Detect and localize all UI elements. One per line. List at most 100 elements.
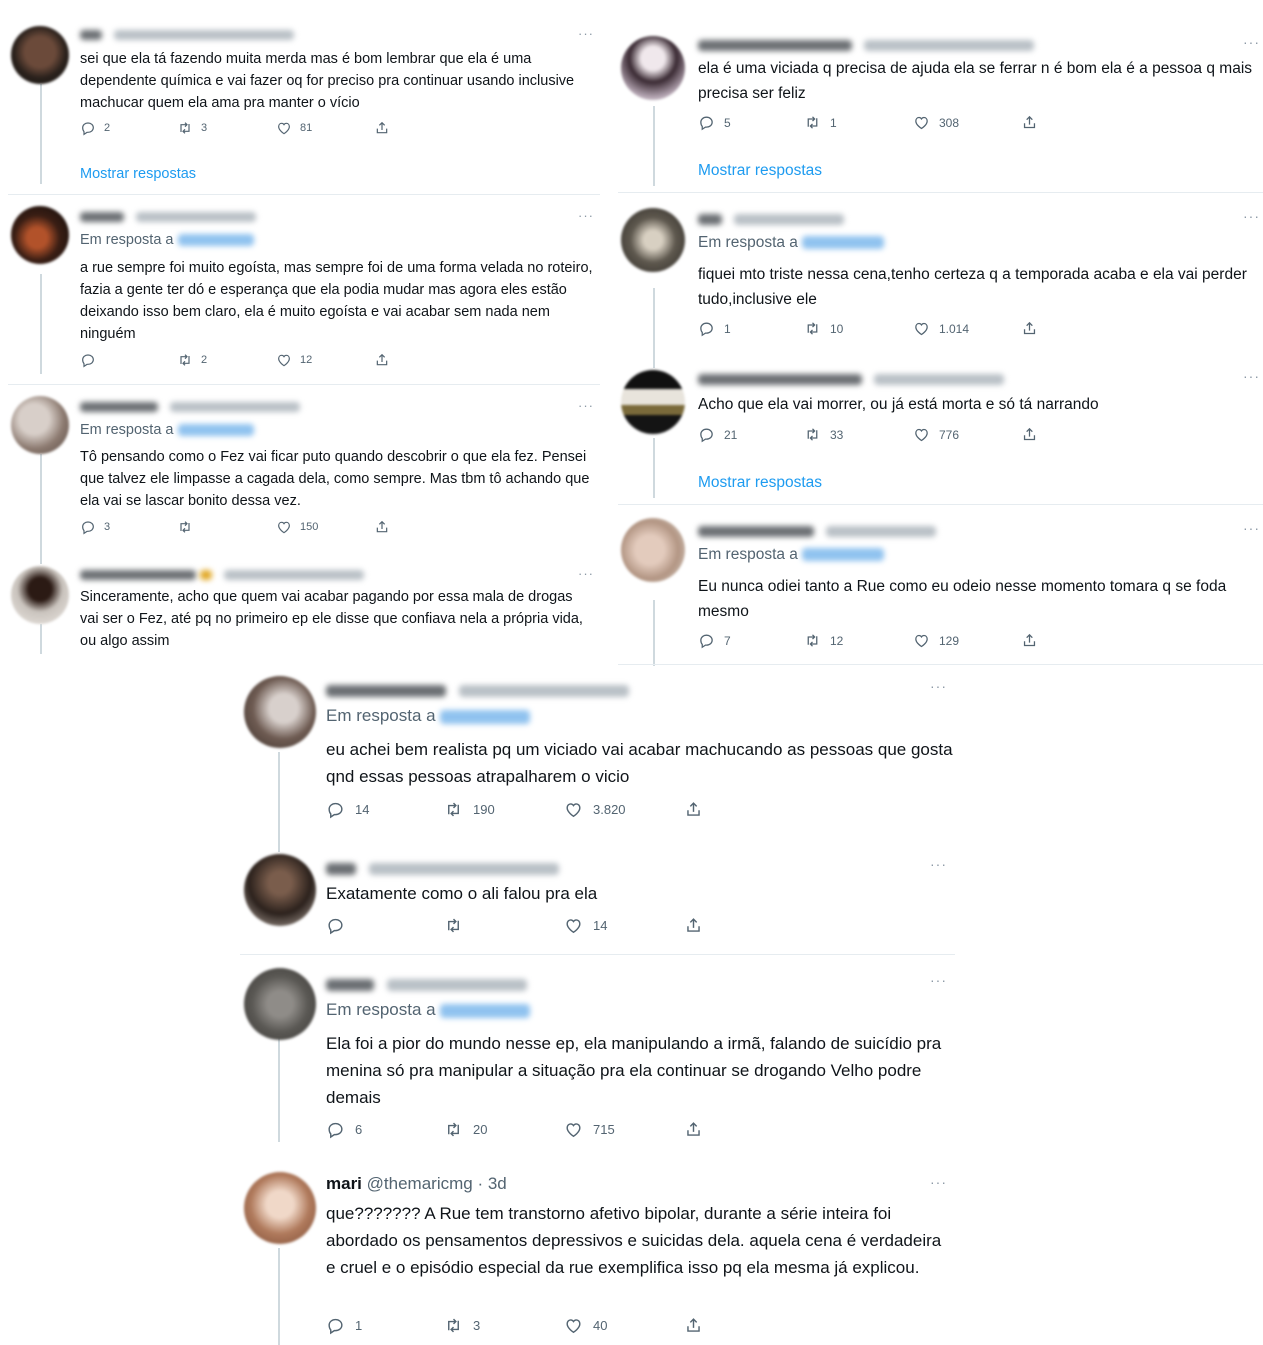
retweet-button[interactable]: 3 [444, 1316, 480, 1335]
user-handle[interactable]: @themaricmg [367, 1174, 473, 1193]
reply-button[interactable]: 7 [698, 632, 731, 649]
share-button[interactable] [374, 352, 398, 368]
reply-button[interactable]: 2 [80, 120, 110, 136]
left-screenshot-panel: ··· sei que ela tá fazendo muita merda m… [8, 14, 600, 654]
like-button[interactable]: 715 [564, 1120, 615, 1139]
like-button[interactable]: 129 [913, 632, 959, 649]
mentioned-user-link[interactable] [439, 709, 530, 724]
share-button[interactable] [374, 519, 398, 535]
mentioned-user-link[interactable] [177, 234, 254, 247]
more-options-icon[interactable]: ··· [930, 856, 947, 872]
retweet-button[interactable]: 10 [804, 320, 843, 337]
share-button[interactable] [374, 120, 398, 136]
reply-button[interactable] [80, 352, 104, 368]
share-button[interactable] [1021, 632, 1047, 649]
reply-button[interactable]: 14 [326, 800, 369, 819]
avatar[interactable] [244, 1172, 316, 1244]
tweet-header [80, 26, 294, 42]
avatar[interactable] [621, 518, 685, 582]
reply-button[interactable]: 21 [698, 426, 737, 443]
reply-icon [80, 120, 96, 136]
share-button[interactable] [684, 1120, 713, 1139]
reply-to-label: Em resposta a [326, 1000, 436, 1019]
heart-icon [564, 1316, 583, 1335]
tweet-text: Ela foi a pior do mundo nesse ep, ela ma… [326, 1034, 942, 1107]
mentioned-user-link[interactable] [801, 548, 884, 562]
more-options-icon[interactable]: ··· [930, 972, 947, 988]
avatar[interactable] [621, 36, 685, 100]
reply-button[interactable]: 1 [326, 1316, 362, 1335]
avatar[interactable] [244, 676, 316, 748]
tweet-header [80, 566, 364, 582]
retweet-button[interactable]: 1 [804, 114, 837, 131]
more-options-icon[interactable]: ··· [578, 398, 594, 413]
share-button[interactable] [684, 800, 713, 819]
reply-button[interactable] [326, 916, 355, 935]
share-button[interactable] [684, 916, 713, 935]
reply-button[interactable]: 6 [326, 1120, 362, 1139]
like-count: 776 [939, 427, 960, 442]
reply-button[interactable]: 1 [698, 320, 731, 337]
avatar[interactable] [11, 396, 69, 454]
like-button[interactable]: 776 [913, 426, 959, 443]
like-button[interactable]: 81 [276, 120, 312, 136]
more-options-icon[interactable]: ··· [578, 566, 594, 581]
retweet-button[interactable] [444, 916, 473, 935]
like-button[interactable]: 40 [564, 1316, 607, 1335]
share-icon [374, 352, 390, 368]
share-button[interactable] [684, 1316, 713, 1335]
retweet-button[interactable]: 12 [804, 632, 843, 649]
mentioned-user-link[interactable] [177, 424, 254, 437]
retweet-button[interactable]: 33 [804, 426, 843, 443]
mentioned-user-link[interactable] [801, 236, 884, 250]
like-button[interactable]: 150 [276, 519, 318, 535]
share-button[interactable] [1021, 114, 1047, 131]
avatar[interactable] [11, 26, 69, 84]
avatar[interactable] [11, 566, 69, 624]
retweet-button[interactable]: 190 [444, 800, 495, 819]
show-replies-link[interactable]: Mostrar respostas [698, 474, 822, 492]
avatar[interactable] [244, 968, 316, 1040]
like-button[interactable]: 1.014 [913, 320, 969, 337]
more-options-icon[interactable]: ··· [930, 678, 947, 694]
more-options-icon[interactable]: ··· [1243, 520, 1260, 536]
retweet-icon [177, 352, 193, 368]
reply-button[interactable]: 5 [698, 114, 731, 131]
share-button[interactable] [1021, 426, 1047, 443]
more-options-icon[interactable]: ··· [930, 1174, 947, 1190]
like-button[interactable]: 14 [564, 916, 607, 935]
reply-button[interactable]: 3 [80, 519, 110, 535]
show-replies-link[interactable]: Mostrar respostas [698, 162, 822, 180]
retweet-count: 190 [473, 802, 495, 817]
more-options-icon[interactable]: ··· [1243, 34, 1260, 50]
avatar[interactable] [621, 370, 685, 434]
avatar[interactable] [11, 206, 69, 264]
more-options-icon[interactable]: ··· [1243, 368, 1260, 384]
share-button[interactable] [1021, 320, 1047, 337]
reply-count: 14 [355, 802, 370, 817]
like-button[interactable]: 308 [913, 114, 959, 131]
show-replies-link[interactable]: Mostrar respostas [80, 166, 196, 182]
avatar[interactable] [621, 208, 685, 272]
like-button[interactable]: 3.820 [564, 800, 626, 819]
more-options-icon[interactable]: ··· [578, 26, 594, 41]
like-button[interactable]: 12 [276, 352, 312, 368]
retweet-button[interactable]: 3 [177, 120, 207, 136]
mentioned-user-link[interactable] [439, 1003, 530, 1018]
tweet-time[interactable]: · 3d [477, 1174, 506, 1193]
share-icon [374, 519, 390, 535]
tweet-header [326, 680, 629, 700]
display-name[interactable]: mari [326, 1174, 362, 1193]
avatar[interactable] [244, 854, 316, 926]
reply-to-label: Em resposta a [698, 546, 798, 563]
retweet-button[interactable]: 20 [444, 1120, 487, 1139]
retweet-count: 1 [830, 115, 837, 130]
retweet-icon [444, 1316, 463, 1335]
retweet-button[interactable] [177, 519, 201, 535]
reply-icon [698, 320, 715, 337]
more-options-icon[interactable]: ··· [578, 208, 594, 223]
retweet-button[interactable]: 2 [177, 352, 207, 368]
thread-line [40, 454, 42, 564]
tweet-actions: 5 1 308 [698, 114, 1098, 134]
more-options-icon[interactable]: ··· [1243, 208, 1260, 224]
